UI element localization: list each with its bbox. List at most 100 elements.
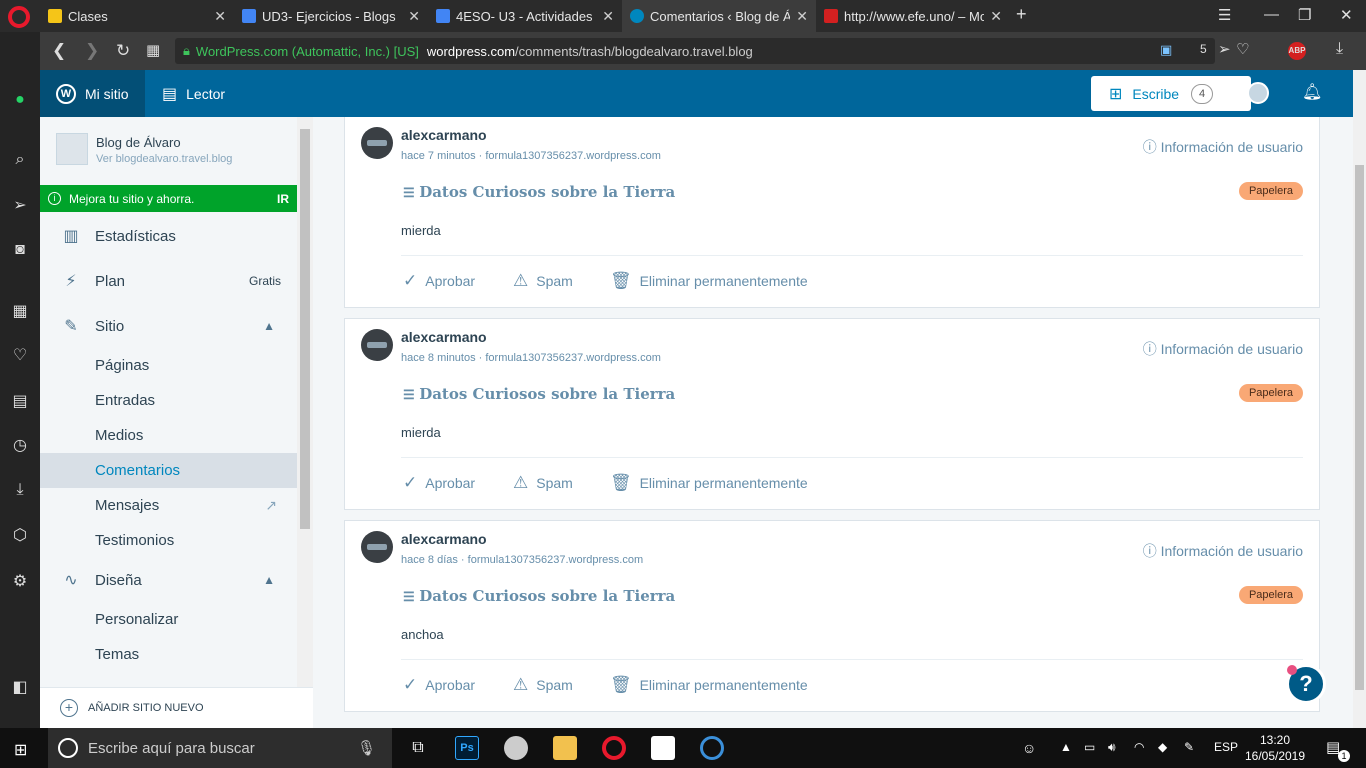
close-tab-icon[interactable]: ✕ — [796, 8, 808, 25]
page-scrollbar[interactable] — [1353, 70, 1366, 728]
news-icon[interactable]: ▤ — [10, 392, 30, 412]
new-tab-button[interactable]: + — [1016, 4, 1027, 25]
close-window-icon[interactable]: ✕ — [1340, 6, 1353, 24]
my-site-button[interactable]: W Mi sitio — [40, 70, 145, 117]
site-url[interactable]: Ver blogdealvaro.travel.blog — [96, 153, 232, 165]
sidebar-toggle-icon[interactable]: ◧ — [10, 678, 30, 698]
opera-app-icon[interactable] — [602, 736, 626, 760]
microphone-icon[interactable]: 🎙︎ — [357, 739, 376, 757]
comment-author[interactable]: alexcarmano — [401, 531, 487, 547]
extensions-cube-icon[interactable]: ⬡ — [10, 526, 30, 546]
send-page-icon[interactable]: ➢ — [1218, 40, 1231, 58]
comment-post-link[interactable]: ☰ Datos Curiosos sobre la Tierra — [403, 385, 675, 403]
battery-icon[interactable]: ▭ — [1084, 740, 1095, 754]
language-indicator[interactable]: ESP — [1214, 740, 1238, 754]
paint-app-icon[interactable] — [504, 736, 528, 760]
sidebar-item-pages[interactable]: Páginas — [40, 348, 297, 383]
taskbar-search-box[interactable]: Escribe aquí para buscar 🎙︎ — [48, 728, 392, 768]
whatsapp-icon[interactable]: ● — [10, 90, 30, 110]
user-info-button[interactable]: ⓘ Información de usuario — [1143, 339, 1303, 359]
comment-meta[interactable]: hace 7 minutos · formula1307356237.wordp… — [401, 150, 661, 162]
sidebar-item-design[interactable]: ∿ Diseña ▲ — [40, 560, 297, 600]
sidebar-item-media[interactable]: Medios — [40, 418, 297, 453]
task-view-icon[interactable]: ⧉ — [406, 736, 430, 760]
commenter-avatar[interactable] — [361, 531, 393, 563]
page-scrollbar-thumb[interactable] — [1355, 165, 1364, 690]
reader-button[interactable]: ▤ Lector — [162, 70, 225, 117]
extension-badge[interactable]: 5 — [1200, 42, 1207, 56]
close-tab-icon[interactable]: ✕ — [408, 8, 420, 25]
restore-icon[interactable]: ❐ — [1298, 6, 1311, 24]
comment-post-link[interactable]: ☰ Datos Curiosos sobre la Tierra — [403, 183, 675, 201]
help-button[interactable]: ? — [1286, 664, 1326, 704]
tab-clases[interactable]: Clases ✕ — [40, 0, 234, 32]
close-tab-icon[interactable]: ✕ — [990, 8, 1002, 25]
tab-ud3-ejercicios[interactable]: UD3- Ejercicios - Blogs ✕ — [234, 0, 428, 32]
user-info-button[interactable]: ⓘ Información de usuario — [1143, 541, 1303, 561]
commenter-avatar[interactable] — [361, 127, 393, 159]
tabs-grid-icon[interactable]: ▦ — [146, 41, 160, 59]
file-explorer-icon[interactable] — [553, 736, 577, 760]
sidebar-item-customize[interactable]: Personalizar — [40, 602, 297, 637]
extension-icon[interactable]: ▣ — [1160, 42, 1172, 58]
tab-comentarios[interactable]: Comentarios ‹ Blog de Álv ✕ — [622, 0, 816, 32]
sidebar-item-site[interactable]: ✎ Sitio ▲ — [40, 306, 297, 346]
spam-button[interactable]: ⚠︎ Spam — [513, 473, 573, 493]
sidebar-item-themes[interactable]: Temas — [40, 637, 297, 672]
heart-icon[interactable]: ♡ — [10, 346, 30, 366]
comment-author[interactable]: alexcarmano — [401, 329, 487, 345]
sidebar-item-stats[interactable]: ▥ Estadísticas — [40, 216, 297, 256]
delete-permanently-button[interactable]: 🗑︎ Eliminar permanentemente — [610, 473, 808, 493]
delete-permanently-button[interactable]: 🗑︎ Eliminar permanentemente — [610, 675, 808, 695]
approve-button[interactable]: ✓ Aprobar — [403, 271, 475, 291]
add-site-button[interactable]: + AÑADIR SITIO NUEVO — [40, 687, 313, 728]
close-tab-icon[interactable]: ✕ — [602, 8, 614, 25]
comment-post-link[interactable]: ☰ Datos Curiosos sobre la Tierra — [403, 587, 675, 605]
promo-cta[interactable]: IR — [277, 192, 289, 206]
sidebar-item-testimonials[interactable]: Testimonios — [40, 523, 297, 558]
upgrade-promo-banner[interactable]: i Mejora tu sitio y ahorra. IR — [40, 185, 297, 212]
sidebar-item-posts[interactable]: Entradas — [40, 383, 297, 418]
forward-icon[interactable]: ❯ — [85, 41, 99, 61]
history-icon[interactable]: ◷ — [10, 436, 30, 456]
delete-permanently-button[interactable]: 🗑︎ Eliminar permanentemente — [610, 271, 808, 291]
settings-gear-icon[interactable]: ⚙ — [10, 572, 30, 592]
windows-start-icon[interactable]: ⊞ — [14, 740, 27, 760]
speed-dial-icon[interactable]: ▦ — [10, 302, 30, 322]
commenter-avatar[interactable] — [361, 329, 393, 361]
spam-button[interactable]: ⚠︎ Spam — [513, 271, 573, 291]
spam-button[interactable]: ⚠︎ Spam — [513, 675, 573, 695]
opera-menu-icon[interactable] — [8, 6, 30, 28]
wifi-icon[interactable]: ◠ — [1134, 740, 1144, 754]
approve-button[interactable]: ✓ Aprobar — [403, 473, 475, 493]
volume-icon[interactable]: 🔊︎ — [1108, 740, 1116, 755]
sidebar-item-feedback[interactable]: Mensajes ↗ — [40, 488, 297, 523]
close-tab-icon[interactable]: ✕ — [214, 8, 226, 25]
download-icon[interactable]: ⤓ — [1336, 40, 1343, 58]
downloads-icon[interactable]: ⤓ — [10, 480, 30, 500]
write-button[interactable]: ⊞ Escribe 4 — [1091, 76, 1251, 111]
adblock-icon[interactable]: ABP — [1288, 42, 1306, 60]
site-card[interactable]: Blog de Álvaro Ver blogdealvaro.travel.b… — [40, 117, 297, 185]
tab-4eso-actividades[interactable]: 4ESO- U3 - Actividades - D ✕ — [428, 0, 622, 32]
sidebar-item-plan[interactable]: ⚡︎ Plan Gratis — [40, 261, 297, 301]
tray-chevron-up-icon[interactable]: ▲ — [1060, 740, 1072, 754]
approve-button[interactable]: ✓ Aprobar — [403, 675, 475, 695]
people-icon[interactable]: ☺ — [1022, 740, 1036, 756]
camera-icon[interactable]: ◙ — [10, 240, 30, 260]
search-icon[interactable]: ⌕ — [10, 150, 30, 170]
comment-author[interactable]: alexcarmano — [401, 127, 487, 143]
comment-meta[interactable]: hace 8 días · formula1307356237.wordpres… — [401, 554, 643, 566]
reload-icon[interactable]: ↻ — [116, 41, 130, 61]
bookmark-heart-icon[interactable]: ♡ — [1236, 40, 1249, 58]
sidebar-scrollbar-thumb[interactable] — [300, 129, 310, 529]
minimize-icon[interactable]: — — [1264, 6, 1279, 23]
comment-meta[interactable]: hace 8 minutos · formula1307356237.wordp… — [401, 352, 661, 364]
pen-icon[interactable]: ✎ — [1184, 740, 1194, 754]
tab-efe-uno[interactable]: http://www.efe.uno/ – Mo ✕ — [816, 0, 1010, 32]
tab-menu-icon[interactable]: ☰ — [1218, 6, 1231, 24]
taskbar-clock[interactable]: 13:20 16/05/2019 — [1244, 732, 1306, 764]
sidebar-item-comments[interactable]: Comentarios — [40, 453, 297, 488]
dropbox-icon[interactable]: ◆ — [1158, 740, 1167, 754]
photoshop-app-icon[interactable]: Ps — [455, 736, 479, 760]
